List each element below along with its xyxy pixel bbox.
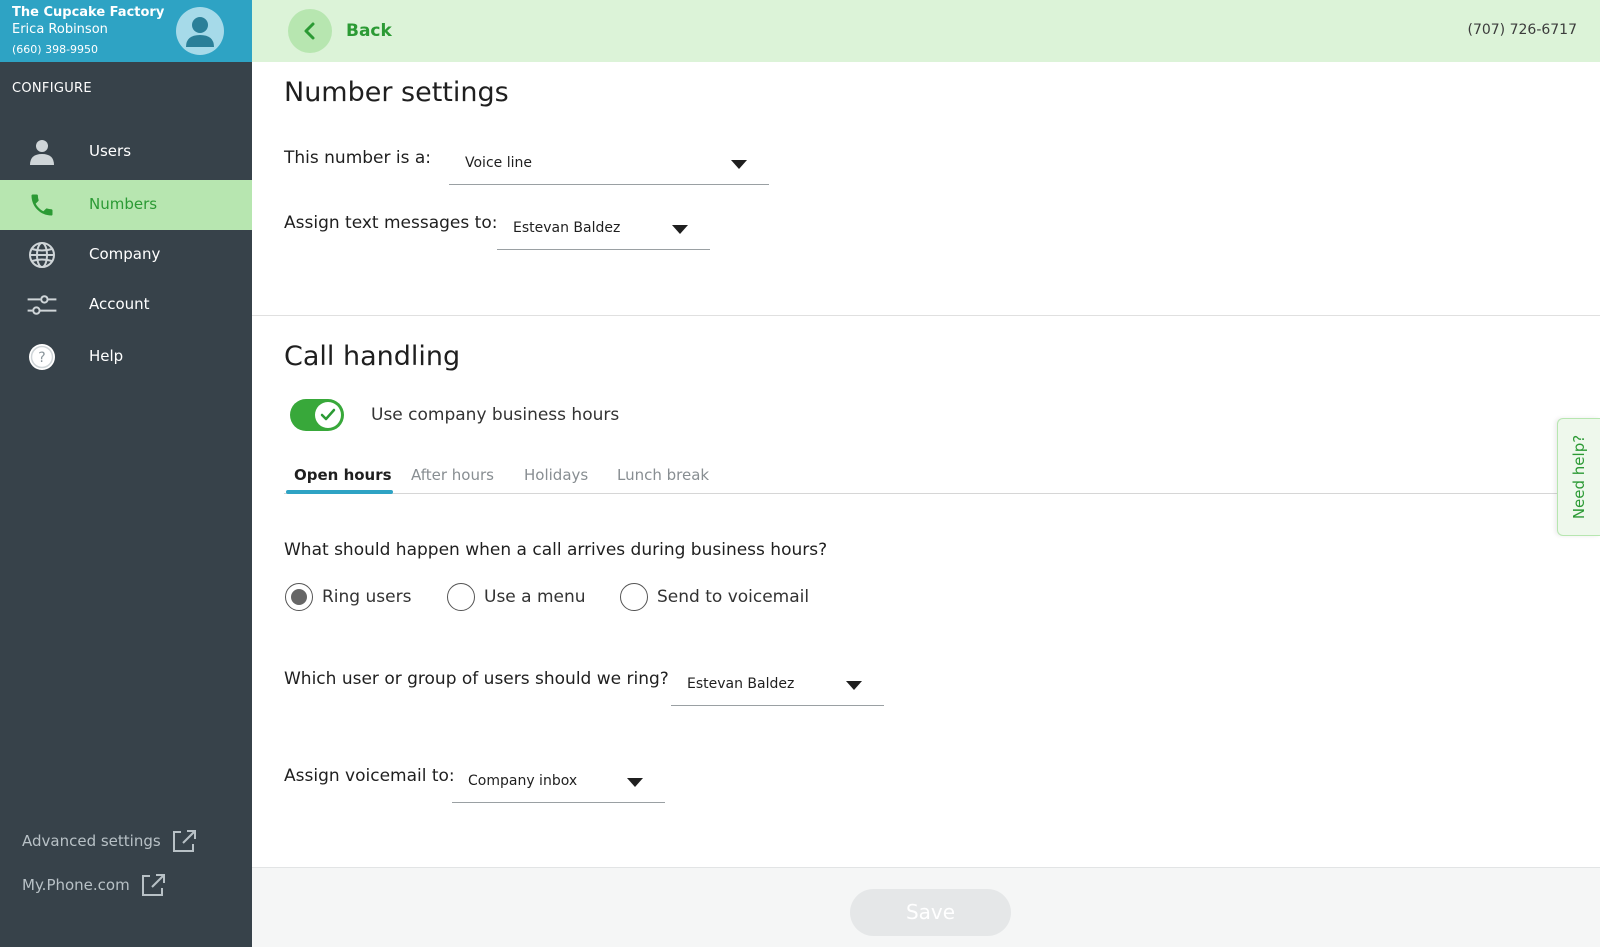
ring-users-select[interactable]: Estevan Baldez	[671, 666, 884, 706]
business-hours-toggle[interactable]	[290, 399, 344, 431]
configure-section-label: CONFIGURE	[12, 81, 92, 96]
assign-voicemail-select[interactable]: Company inbox	[452, 763, 665, 803]
caret-down-icon	[672, 225, 688, 234]
caret-down-icon	[846, 681, 862, 690]
help-icon: ?	[26, 342, 58, 372]
phone-icon	[26, 190, 58, 220]
sidebar: The Cupcake Factory Erica Robinson (660)…	[0, 0, 252, 947]
caret-down-icon	[731, 160, 747, 169]
assign-voicemail-label: Assign voicemail to:	[284, 766, 455, 786]
tabs-baseline	[284, 493, 1560, 494]
radio-label: Ring users	[322, 587, 412, 607]
myphone-label: My.Phone.com	[22, 876, 130, 894]
radio-label: Send to voicemail	[657, 587, 810, 607]
chevron-left-icon	[304, 22, 315, 40]
caret-down-icon	[627, 778, 643, 787]
call-handling-title: Call handling	[284, 341, 461, 372]
tab-open-hours[interactable]: Open hours	[294, 466, 392, 484]
need-help-tab[interactable]: Need help?	[1557, 418, 1600, 536]
assign-texts-select[interactable]: Estevan Baldez	[497, 210, 710, 250]
svg-text:?: ?	[38, 350, 45, 366]
external-link-icon	[141, 874, 165, 896]
number-type-select[interactable]: Voice line	[449, 145, 769, 185]
active-tab-indicator	[286, 490, 393, 494]
avatar-person-icon	[186, 17, 214, 47]
account-phone: (660) 398-9950	[12, 43, 99, 56]
number-settings-title: Number settings	[284, 77, 509, 108]
tab-lunch-break[interactable]: Lunch break	[617, 466, 709, 484]
advanced-settings-label: Advanced settings	[22, 832, 161, 850]
radio-circle	[620, 583, 648, 611]
back-button[interactable]: Back	[288, 9, 392, 53]
number-type-label: This number is a:	[284, 148, 432, 168]
radio-ring-users[interactable]: Ring users	[285, 582, 411, 612]
radio-use-menu[interactable]: Use a menu	[447, 582, 586, 612]
number-type-value: Voice line	[465, 155, 532, 171]
section-divider	[252, 315, 1600, 316]
account-company-name: The Cupcake Factory	[12, 5, 165, 20]
globe-icon	[26, 240, 58, 270]
sidebar-item-label: Users	[89, 142, 132, 160]
tab-holidays[interactable]: Holidays	[524, 466, 588, 484]
check-icon	[320, 408, 336, 421]
radio-selected-dot	[291, 589, 307, 605]
current-number: (707) 726-6717	[1467, 22, 1578, 38]
top-bar: Back (707) 726-6717	[252, 0, 1600, 62]
account-user-name: Erica Robinson	[12, 22, 108, 37]
sidebar-item-company[interactable]: Company	[0, 230, 252, 280]
myphone-link[interactable]: My.Phone.com	[22, 870, 166, 900]
assign-texts-label: Assign text messages to:	[284, 213, 498, 233]
advanced-settings-link[interactable]: Advanced settings	[22, 826, 197, 856]
radio-circle	[285, 583, 313, 611]
assign-texts-value: Estevan Baldez	[513, 220, 621, 236]
ring-users-label: Which user or group of users should we r…	[284, 669, 669, 689]
sidebar-item-label: Help	[89, 347, 124, 365]
sidebar-item-users[interactable]: Users	[0, 127, 252, 177]
need-help-label: Need help?	[1570, 434, 1588, 520]
user-icon	[26, 137, 58, 167]
ring-users-value: Estevan Baldez	[687, 676, 795, 692]
radio-send-to-voicemail[interactable]: Send to voicemail	[620, 582, 809, 612]
sidebar-item-numbers[interactable]: Numbers	[0, 180, 252, 230]
sidebar-item-account[interactable]: Account	[0, 280, 252, 330]
sidebar-item-help[interactable]: ? Help	[0, 332, 252, 382]
sliders-icon	[26, 290, 58, 320]
assign-voicemail-value: Company inbox	[468, 773, 578, 789]
tab-after-hours[interactable]: After hours	[411, 466, 494, 484]
business-hours-toggle-label: Use company business hours	[371, 405, 620, 425]
radio-circle	[447, 583, 475, 611]
radio-label: Use a menu	[484, 587, 586, 607]
toggle-knob	[315, 402, 341, 428]
sidebar-item-label: Account	[89, 295, 150, 313]
external-link-icon	[172, 830, 196, 852]
sidebar-item-label: Numbers	[89, 195, 158, 213]
save-button[interactable]: Save	[850, 889, 1011, 936]
back-label: Back	[346, 21, 392, 41]
avatar[interactable]	[176, 7, 224, 55]
footer-bar: Save	[252, 867, 1600, 947]
sidebar-item-label: Company	[89, 245, 161, 263]
call-action-question: What should happen when a call arrives d…	[284, 540, 828, 560]
back-circle	[288, 9, 332, 53]
account-header[interactable]: The Cupcake Factory Erica Robinson (660)…	[0, 0, 252, 62]
